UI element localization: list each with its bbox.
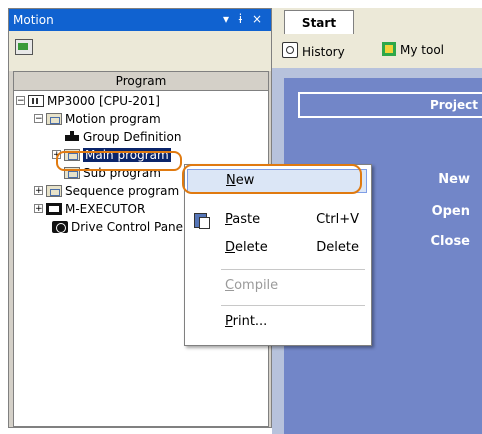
- menu-item-compile[interactable]: Compile: [225, 275, 278, 297]
- tree-item-group-definition[interactable]: Group Definition: [64, 128, 181, 146]
- tree-item-label: Sequence program: [65, 184, 180, 198]
- motion-panel-title: Motion: [13, 13, 54, 27]
- start-toolbar: History My tool: [272, 34, 482, 68]
- tree-item-label: Drive Control Panel: [71, 220, 187, 234]
- collapse-icon[interactable]: −: [16, 96, 25, 106]
- tree-item-m-executor[interactable]: + M-EXECUTOR: [34, 200, 145, 218]
- panel-toolbar-icon[interactable]: [15, 39, 33, 55]
- menu-separator: [221, 269, 365, 270]
- tree-item-label: Motion program: [65, 112, 161, 126]
- collapse-icon[interactable]: −: [34, 114, 43, 124]
- paste-shortcut: Ctrl+V: [316, 212, 359, 227]
- new-item-highlight: [182, 164, 362, 194]
- history-icon: [282, 42, 298, 58]
- main-program-highlight: [56, 151, 182, 171]
- executor-icon: [46, 203, 62, 215]
- projects-header: Project: [298, 92, 482, 118]
- folder-icon: [46, 185, 62, 197]
- mytool-label: My tool: [400, 43, 444, 57]
- folder-icon: [46, 113, 62, 125]
- tree-item-motion-program[interactable]: − Motion program: [34, 110, 161, 128]
- controller-icon: [28, 95, 44, 107]
- mytool-icon: [382, 42, 396, 56]
- tree-item-label: Group Definition: [83, 130, 182, 144]
- menu-item-delete[interactable]: Delete: [225, 237, 268, 259]
- drive-control-icon: [52, 221, 68, 233]
- paste-icon: [193, 211, 210, 229]
- close-project-link[interactable]: Close: [431, 234, 470, 249]
- menu-separator: [221, 305, 365, 306]
- tree-header: Program: [14, 72, 268, 91]
- tree-item-mp3000[interactable]: − MP3000 [CPU-201]: [16, 92, 160, 110]
- motion-titlebar[interactable]: Motion ▾ ɨ ×: [9, 9, 271, 31]
- new-project-link[interactable]: New: [438, 172, 470, 187]
- tree-item-label: M-EXECUTOR: [65, 202, 146, 216]
- menu-item-print[interactable]: Print...: [225, 311, 267, 333]
- mytool-button[interactable]: My tool: [382, 42, 444, 57]
- group-definition-icon: [64, 131, 80, 143]
- menu-item-paste[interactable]: Paste: [225, 209, 260, 231]
- tree-item-label: MP3000 [CPU-201]: [47, 94, 160, 108]
- expand-icon[interactable]: +: [34, 204, 43, 214]
- window-controls[interactable]: ▾ ɨ ×: [223, 12, 265, 26]
- tree-item-sequence-program[interactable]: + Sequence program: [34, 182, 179, 200]
- history-button[interactable]: History: [282, 42, 345, 59]
- tab-start[interactable]: Start: [284, 10, 354, 35]
- expand-icon[interactable]: +: [34, 186, 43, 196]
- tab-strip: Start: [272, 8, 482, 35]
- motion-toolbar: [9, 31, 271, 71]
- open-project-link[interactable]: Open: [432, 204, 470, 219]
- delete-shortcut: Delete: [316, 240, 359, 255]
- history-label: History: [302, 45, 345, 59]
- tree-item-drive-control-panel[interactable]: Drive Control Panel: [52, 218, 186, 236]
